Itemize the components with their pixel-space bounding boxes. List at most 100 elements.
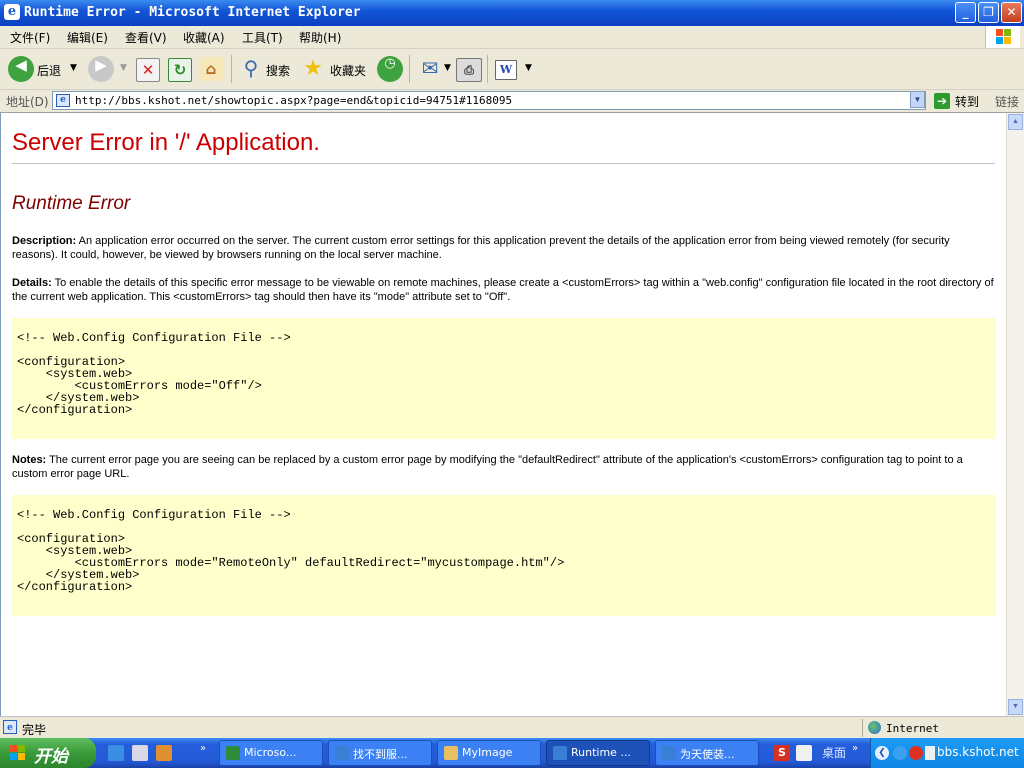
task-button[interactable]: Microso...	[219, 740, 323, 766]
menu-favorites[interactable]: 收藏(A)	[183, 29, 225, 46]
desktop-toolbar[interactable]: 桌面	[822, 744, 846, 761]
tray-arrow-icon[interactable]: ❮	[875, 746, 889, 760]
toolbar-separator	[487, 55, 488, 83]
code-line: <!-- Web.Config Configuration File -->	[17, 508, 291, 522]
status-bar: e 完毕 Internet	[0, 716, 1024, 739]
folder-icon	[444, 746, 458, 760]
task-label: MyImage	[462, 746, 513, 759]
minimize-button[interactable]: _	[955, 2, 976, 23]
description-label: Description:	[12, 235, 77, 247]
window-title: Runtime Error - Microsoft Internet Explo…	[24, 5, 361, 20]
favorites-star-icon[interactable]: ★	[300, 56, 326, 82]
code-block-2: <!-- Web.Config Configuration File --> <…	[12, 495, 996, 616]
stop-icon[interactable]: ✕	[136, 58, 160, 82]
quicklaunch-explorer-icon[interactable]	[132, 745, 148, 761]
page-content: Server Error in '/' Application. Runtime…	[0, 113, 1007, 716]
toolbar-separator	[231, 55, 232, 83]
quicklaunch-app-icon[interactable]	[156, 745, 172, 761]
menu-tools[interactable]: 工具(T)	[242, 29, 283, 46]
home-icon[interactable]: ⌂	[199, 57, 223, 81]
notes-text: The current error page you are seeing ca…	[12, 454, 963, 480]
notes-label: Notes:	[12, 454, 47, 466]
description-text: An application error occurred on the ser…	[12, 235, 950, 261]
status-divider	[862, 719, 863, 737]
edit-dropdown-icon[interactable]: ▼	[525, 63, 532, 73]
taskbar: 开始 » Microso... 找不到服... MyImage Runtime …	[0, 738, 1024, 768]
description-paragraph: Description: An application error occurr…	[12, 234, 997, 262]
toolbar: ◀ 后退 ▼ ▶ ▼ ✕ ↻ ⌂ ⚲ 搜索 ★ 收藏夹 ◷ ✉ ▼ ⎙ W ▼	[0, 49, 1024, 90]
details-paragraph: Details: To enable the details of this s…	[12, 276, 997, 304]
status-text: 完毕	[22, 723, 47, 737]
scroll-down-icon[interactable]: ▼	[1008, 699, 1023, 715]
back-arrow-icon[interactable]: ◀	[8, 56, 34, 82]
search-label[interactable]: 搜索	[266, 62, 290, 79]
refresh-icon[interactable]: ↻	[168, 58, 192, 82]
favorites-label[interactable]: 收藏夹	[330, 62, 366, 79]
error-subtitle: Runtime Error	[12, 193, 131, 214]
ie-icon	[335, 746, 349, 760]
address-input[interactable]: e http://bbs.kshot.net/showtopic.aspx?pa…	[52, 91, 926, 110]
excel-icon	[226, 746, 240, 760]
quicklaunch-chevron-icon[interactable]: »	[200, 743, 206, 754]
menu-view[interactable]: 查看(V)	[125, 29, 167, 46]
forward-arrow-icon[interactable]: ▶	[88, 56, 114, 82]
page-status-icon: e	[3, 720, 17, 734]
go-arrow-icon[interactable]: ➔	[934, 93, 950, 109]
task-button-active[interactable]: Runtime ...	[546, 740, 650, 766]
page-icon: e	[56, 94, 70, 107]
title-bar[interactable]: e Runtime Error - Microsoft Internet Exp…	[0, 0, 1024, 26]
scroll-up-icon[interactable]: ▲	[1008, 114, 1023, 130]
start-label: 开始	[34, 747, 68, 767]
code-line: <!-- Web.Config Configuration File -->	[17, 331, 291, 345]
menu-edit[interactable]: 编辑(E)	[67, 29, 108, 46]
task-button[interactable]: 为天使装...	[655, 740, 759, 766]
details-text: To enable the details of this specific e…	[12, 277, 994, 303]
ie-icon	[553, 746, 567, 760]
windows-flag-icon	[10, 745, 26, 761]
maximize-button[interactable]: ❐	[978, 2, 999, 23]
page-title: Server Error in '/' Application.	[12, 129, 320, 156]
tray-volume-icon[interactable]	[925, 746, 935, 760]
tray-app-icon[interactable]	[909, 746, 923, 760]
notes-paragraph: Notes: The current error page you are se…	[12, 453, 997, 481]
vertical-scrollbar[interactable]: ▲ ▼	[1006, 113, 1024, 716]
code-line: </configuration>	[17, 403, 133, 417]
globe-icon	[868, 721, 881, 734]
back-dropdown-icon[interactable]: ▼	[70, 63, 77, 73]
desktop-chevron-icon[interactable]: »	[852, 743, 858, 754]
keyboard-icon[interactable]	[796, 745, 812, 761]
input-method-icon[interactable]: S	[774, 745, 790, 761]
back-label[interactable]: 后退	[37, 62, 61, 79]
task-button[interactable]: 找不到服...	[328, 740, 432, 766]
address-bar: 地址(D) e http://bbs.kshot.net/showtopic.a…	[0, 90, 1024, 113]
task-label: 为天使装...	[680, 748, 735, 761]
search-icon[interactable]: ⚲	[238, 56, 264, 82]
task-button[interactable]: MyImage	[437, 740, 541, 766]
forward-dropdown-icon[interactable]: ▼	[120, 63, 127, 73]
system-tray: ❮ bbs.kshot.net	[870, 738, 1024, 768]
edit-word-icon[interactable]: W	[495, 60, 517, 80]
task-label: Runtime ...	[571, 746, 631, 759]
details-label: Details:	[12, 277, 52, 289]
divider	[12, 163, 995, 164]
windows-logo-icon	[985, 26, 1020, 48]
code-block-1: <!-- Web.Config Configuration File --> <…	[12, 318, 996, 439]
tray-network-icon[interactable]	[893, 746, 907, 760]
ie-icon: e	[4, 4, 20, 20]
start-button[interactable]: 开始	[0, 738, 96, 768]
tray-text: bbs.kshot.net	[937, 745, 1019, 759]
links-button[interactable]: 链接	[995, 93, 1019, 110]
address-url[interactable]: http://bbs.kshot.net/showtopic.aspx?page…	[75, 94, 512, 107]
menu-bar: 文件(F) 编辑(E) 查看(V) 收藏(A) 工具(T) 帮助(H)	[0, 26, 1024, 49]
ie-icon	[662, 746, 676, 760]
address-dropdown-icon[interactable]: ▼	[910, 91, 925, 108]
mail-icon[interactable]: ✉	[417, 56, 443, 82]
go-button[interactable]: 转到	[955, 93, 979, 110]
history-icon[interactable]: ◷	[377, 56, 403, 82]
print-icon[interactable]: ⎙	[456, 58, 482, 82]
close-button[interactable]: ✕	[1001, 2, 1022, 23]
menu-file[interactable]: 文件(F)	[10, 29, 50, 46]
mail-dropdown-icon[interactable]: ▼	[444, 63, 451, 73]
quicklaunch-ie-icon[interactable]	[108, 745, 124, 761]
menu-help[interactable]: 帮助(H)	[299, 29, 341, 46]
